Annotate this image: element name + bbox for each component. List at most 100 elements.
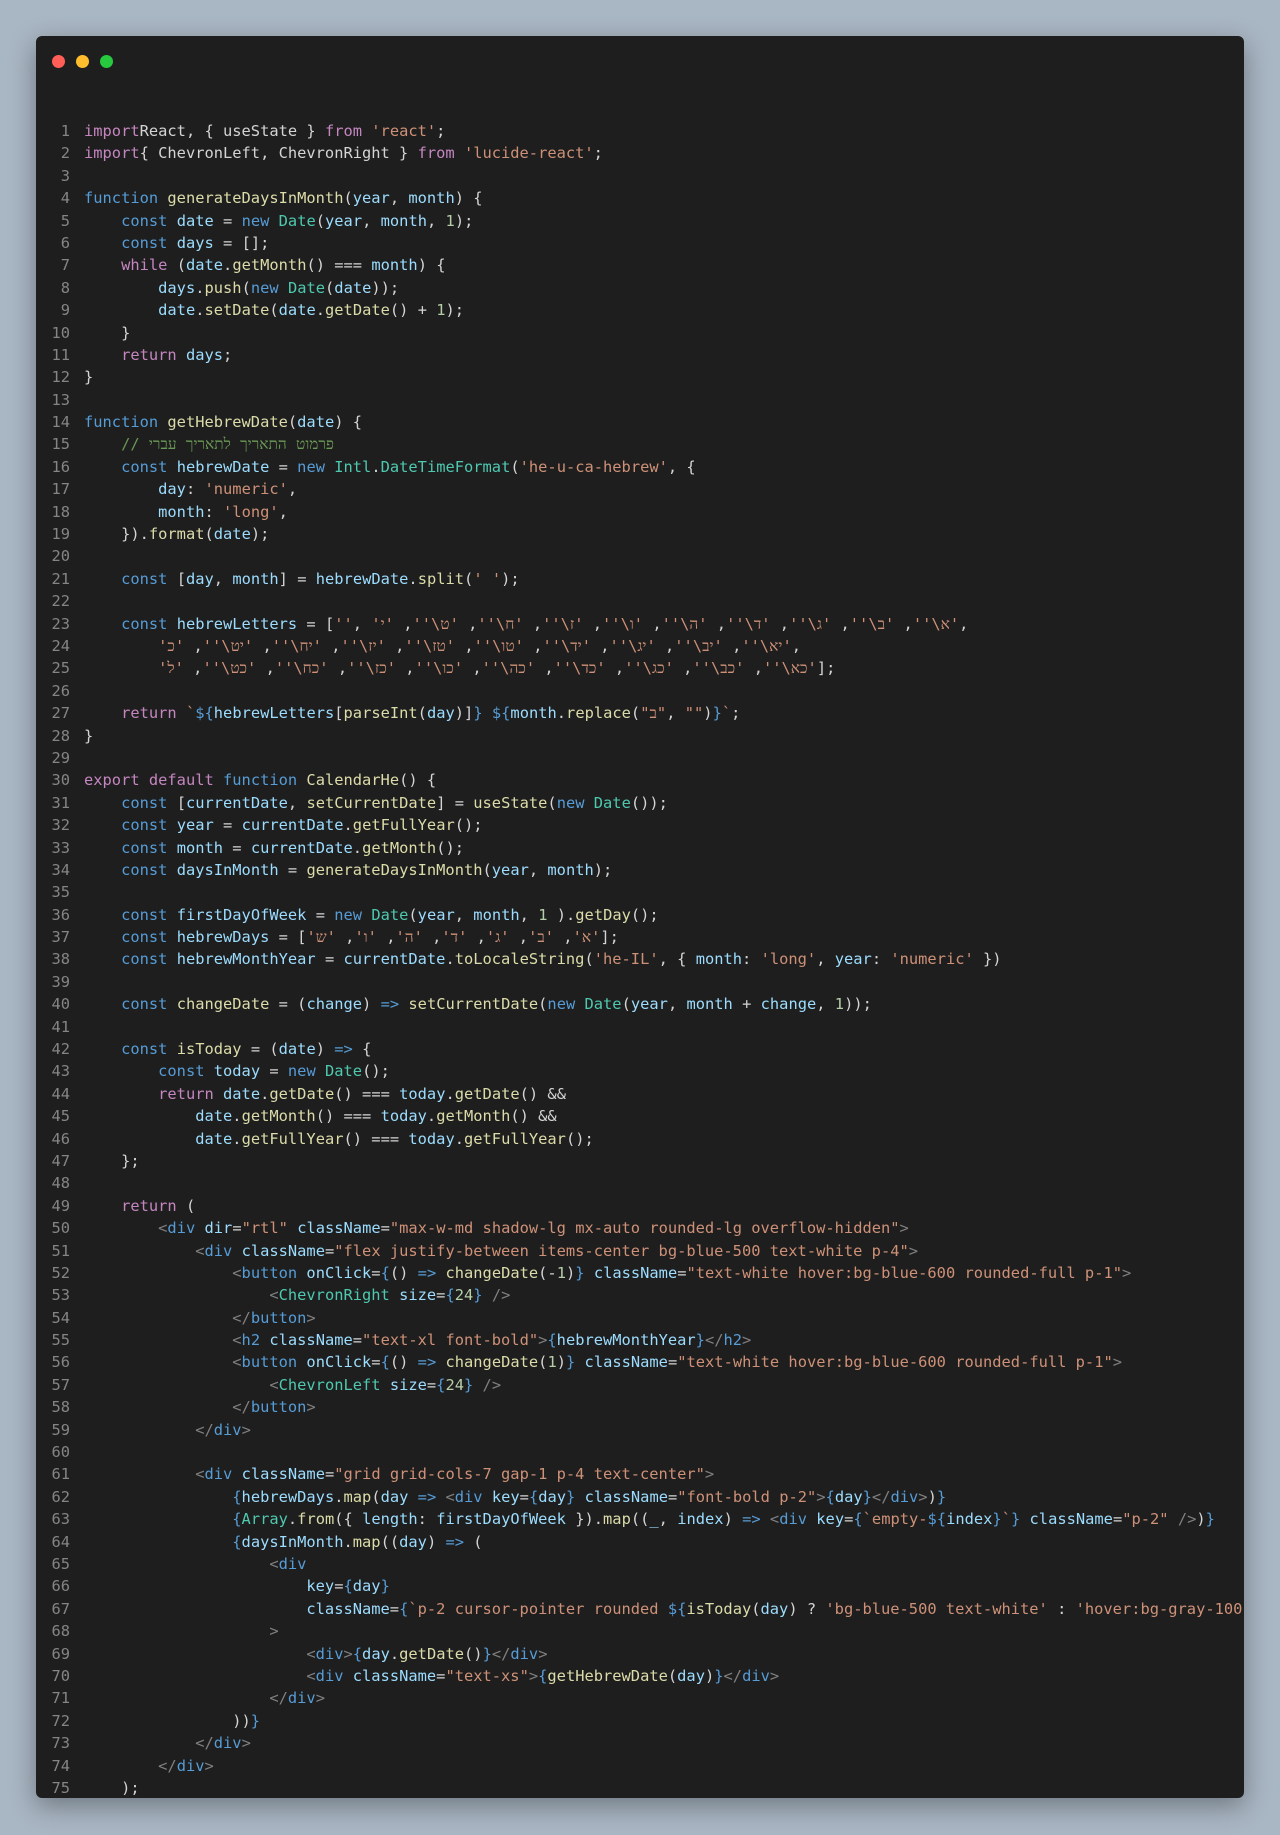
- code-token: day: [834, 1487, 863, 1506]
- code-token: className: [575, 1487, 668, 1506]
- code-token: >: [538, 1644, 548, 1663]
- code-token: setCurrentDate: [306, 793, 437, 812]
- line-number: 74: [51, 1756, 70, 1775]
- code-token: `empty-: [862, 1510, 928, 1529]
- code-token: = (: [269, 995, 307, 1014]
- code-token: >: [343, 1644, 353, 1663]
- code-line: 35: [36, 881, 1244, 903]
- line-number: 32: [51, 816, 70, 835]
- code-line: 28}: [36, 725, 1244, 747]
- code-text: const hebrewLetters = ['', 'א\'', 'ב\'',…: [84, 613, 968, 635]
- code-line: 51 <div className="flex justify-between …: [36, 1240, 1244, 1262]
- code-token: =: [389, 1599, 400, 1618]
- code-token: >: [528, 1666, 539, 1685]
- code-token: }: [84, 323, 131, 342]
- code-token: }: [473, 1286, 483, 1305]
- code-text: const hebrewDate = new Intl.DateTimeForm…: [84, 456, 696, 478]
- line-number: 22: [51, 592, 70, 611]
- code-token: from: [297, 1510, 335, 1529]
- code-token: index: [946, 1510, 993, 1529]
- minimize-window-button[interactable]: [76, 55, 89, 68]
- code-token: date: [158, 301, 196, 320]
- code-token: ,: [535, 659, 554, 678]
- code-token: =: [213, 211, 242, 230]
- code-line: 22: [36, 590, 1244, 612]
- code-token: >: [241, 1734, 251, 1753]
- code-token: div: [454, 1487, 483, 1506]
- code-token: hebrewMonthYear: [167, 950, 316, 969]
- code-token: generateDaysInMonth: [158, 189, 344, 208]
- code-line: 48: [36, 1172, 1244, 1194]
- code-token: days: [167, 233, 214, 252]
- code-text: );: [84, 1777, 140, 1798]
- code-token: key: [306, 1577, 335, 1596]
- code-line: 56 <button onClick={() => changeDate(1)}…: [36, 1351, 1244, 1373]
- code-line: 17 day: 'numeric',: [36, 478, 1244, 500]
- code-token: }: [250, 1711, 261, 1730]
- code-text: const month = currentDate.getMonth();: [84, 837, 464, 859]
- code-token: `: [1001, 1510, 1011, 1529]
- code-token: () ===: [306, 256, 372, 275]
- code-token: :: [204, 502, 224, 521]
- line-number: 24: [51, 636, 70, 655]
- code-token: month: [686, 995, 733, 1014]
- code-token: ,: [707, 614, 727, 633]
- code-token: month: [167, 838, 224, 857]
- code-token: (: [343, 189, 353, 208]
- code-text: }).format(date);: [84, 523, 269, 545]
- code-token: firstDayOfWeek: [436, 1510, 566, 1529]
- code-line: 55 <h2 className="text-xl font-bold">{he…: [36, 1329, 1244, 1351]
- line-number: 37: [51, 928, 70, 947]
- code-text: const [day, month] = hebrewDate.split(' …: [84, 568, 520, 590]
- code-token: ${: [667, 1599, 687, 1618]
- code-token: =: [380, 1219, 390, 1238]
- code-token: className: [260, 1331, 353, 1350]
- code-token: ((: [630, 1510, 650, 1529]
- code-token: (: [584, 950, 594, 969]
- code-token: =: [324, 1465, 335, 1484]
- code-token: ,: [959, 614, 969, 633]
- code-editor[interactable]: 1 importReact, { useState } from 'react';…: [36, 120, 1244, 1798]
- code-token: h2: [241, 1331, 261, 1350]
- code-token: default: [139, 771, 214, 790]
- code-token: ();: [362, 1062, 390, 1081]
- code-token: Date: [278, 278, 326, 297]
- code-token: </: [195, 1420, 214, 1439]
- code-token: 'bg-blue-500 text-white': [825, 1599, 1048, 1618]
- code-token: , {: [667, 457, 696, 476]
- code-token: .: [445, 950, 455, 969]
- code-token: 1: [436, 301, 446, 320]
- code-token: (: [482, 860, 492, 879]
- code-token: 'כז\'': [347, 659, 397, 678]
- code-token: hebrewDays: [241, 1487, 335, 1506]
- code-token: day: [362, 1644, 390, 1663]
- code-text: <div dir="rtl" className="max-w-md shado…: [84, 1217, 909, 1239]
- code-token: >: [306, 1308, 316, 1327]
- code-token: split: [417, 569, 465, 588]
- code-token: year: [491, 860, 529, 879]
- line-number: 47: [51, 1151, 70, 1170]
- line-number: 41: [51, 1017, 70, 1036]
- maximize-window-button[interactable]: [100, 55, 113, 68]
- code-token: 'numeric': [890, 950, 974, 969]
- code-line: 3: [36, 165, 1244, 187]
- code-token: ): [556, 1353, 566, 1372]
- code-token: (: [547, 793, 557, 812]
- line-number: 34: [51, 860, 70, 879]
- code-token: =: [324, 1241, 335, 1260]
- code-token: .: [556, 704, 567, 723]
- code-token: ).: [547, 905, 576, 924]
- code-token: Array: [241, 1510, 288, 1529]
- close-window-button[interactable]: [52, 55, 65, 68]
- code-token: ,: [523, 614, 543, 633]
